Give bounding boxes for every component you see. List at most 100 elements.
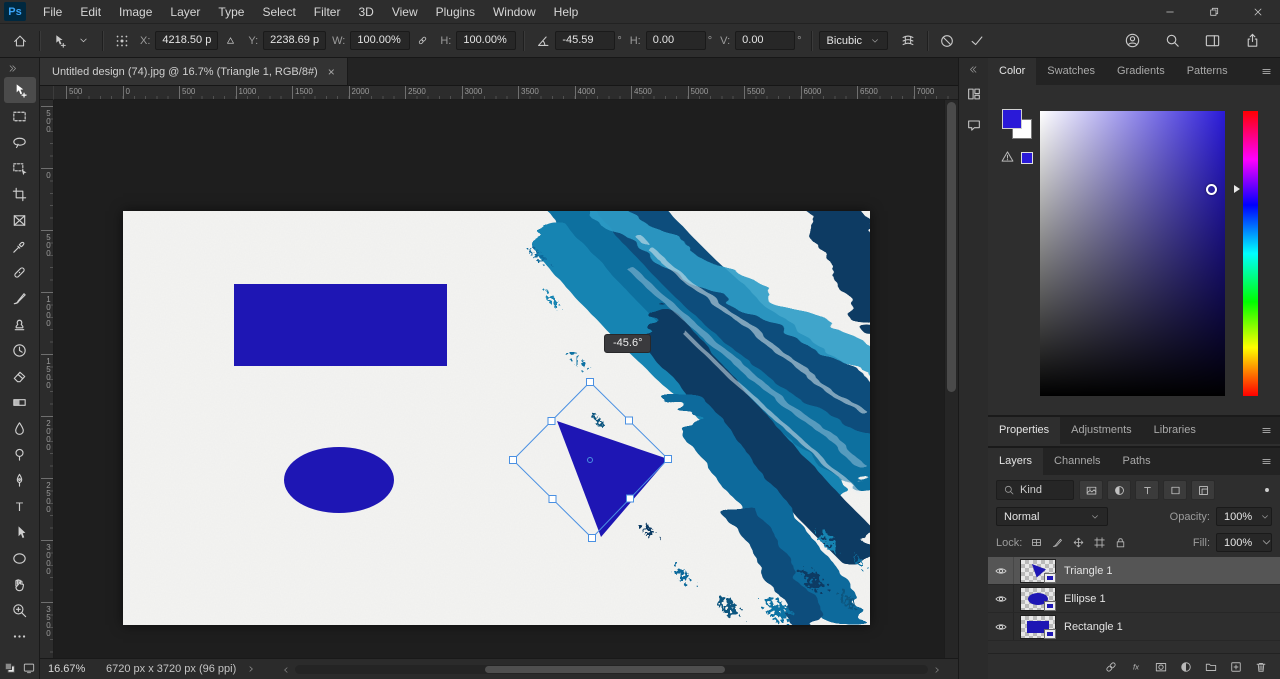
lock-brush-icon[interactable] (1051, 536, 1064, 549)
saturation-brightness-field[interactable] (1040, 111, 1225, 396)
layer-row[interactable]: Rectangle 1 (988, 613, 1280, 641)
group-icon[interactable] (1204, 660, 1218, 674)
layer-style-icon[interactable]: fx (1129, 660, 1143, 674)
panel-menu-icon[interactable] (1252, 448, 1280, 475)
properties-tab-properties[interactable]: Properties (988, 417, 1060, 444)
menu-select[interactable]: Select (253, 0, 304, 24)
restore-icon[interactable] (1192, 0, 1236, 24)
panel-toggle-icon[interactable] (1200, 32, 1224, 49)
menu-help[interactable]: Help (545, 0, 588, 24)
y-value[interactable]: 2238.69 p (263, 31, 326, 50)
maintain-aspect-icon[interactable] (410, 35, 434, 46)
layer-mask-icon[interactable] (1154, 660, 1168, 674)
preset-chevron-icon[interactable] (71, 35, 95, 46)
gamut-warning-icon[interactable] (1000, 149, 1015, 164)
scroll-left-icon[interactable] (281, 665, 291, 675)
color-picker-cursor[interactable] (1206, 184, 1217, 195)
layer-visibility-toggle[interactable] (988, 585, 1014, 612)
vertical-scrollbar[interactable] (944, 100, 958, 658)
menu-image[interactable]: Image (110, 0, 161, 24)
home-icon[interactable] (8, 33, 32, 49)
color-tab-swatches[interactable]: Swatches (1036, 58, 1106, 85)
eraser-tool[interactable] (4, 363, 36, 389)
layers-tab-layers[interactable]: Layers (988, 448, 1043, 475)
menu-edit[interactable]: Edit (71, 0, 110, 24)
clone-stamp-tool[interactable] (4, 311, 36, 337)
rect-marquee-tool[interactable] (4, 103, 36, 129)
status-options-icon[interactable] (246, 664, 256, 674)
collapse-panels-icon[interactable] (968, 58, 979, 82)
menu-filter[interactable]: Filter (305, 0, 350, 24)
panel-menu-icon[interactable] (1252, 417, 1280, 444)
commit-transform-icon[interactable] (965, 33, 989, 49)
lock-artboard-icon[interactable] (1093, 536, 1106, 549)
color-tab-gradients[interactable]: Gradients (1106, 58, 1176, 85)
foreground-color-swatch[interactable] (1002, 109, 1022, 129)
menu-file[interactable]: File (34, 0, 71, 24)
shape-filter-icon[interactable] (1163, 480, 1187, 500)
opacity-select[interactable]: 100% (1216, 507, 1272, 526)
object-select-tool[interactable] (4, 155, 36, 181)
crop-tool[interactable] (4, 181, 36, 207)
document-canvas[interactable] (123, 211, 870, 625)
scroll-right-icon[interactable] (932, 665, 942, 675)
properties-tab-libraries[interactable]: Libraries (1143, 417, 1207, 444)
rectangle-shape[interactable] (234, 284, 447, 366)
blend-mode-select[interactable]: Normal (996, 507, 1108, 526)
share-icon[interactable] (1240, 32, 1264, 49)
close-tab-icon[interactable]: × (328, 65, 335, 79)
ellipse-shape[interactable] (284, 447, 394, 513)
transform-handle[interactable] (665, 456, 672, 463)
menu-plugins[interactable]: Plugins (427, 0, 484, 24)
adjustment-icon[interactable] (1179, 660, 1193, 674)
new-layer-icon[interactable] (1229, 660, 1243, 674)
gamut-color-swatch[interactable] (1021, 152, 1033, 164)
menu-3d[interactable]: 3D (349, 0, 382, 24)
lock-move-icon[interactable] (1072, 536, 1085, 549)
filter-toggle-icon[interactable] (1262, 485, 1272, 495)
comment-icon[interactable] (962, 113, 986, 137)
blur-tool[interactable] (4, 415, 36, 441)
hue-slider[interactable] (1243, 111, 1258, 396)
ruler-corner[interactable] (40, 86, 54, 100)
skew-v-value[interactable]: 0.00 (735, 31, 795, 50)
layers-tab-paths[interactable]: Paths (1112, 448, 1162, 475)
account-icon[interactable] (1120, 32, 1144, 49)
search-icon[interactable] (1160, 32, 1184, 49)
dodge-tool[interactable] (4, 441, 36, 467)
shape-tool[interactable] (4, 545, 36, 571)
color-tab-patterns[interactable]: Patterns (1176, 58, 1239, 85)
rotation-value[interactable]: -45.59 (555, 31, 615, 50)
reference-point-icon[interactable] (110, 33, 134, 49)
menu-layer[interactable]: Layer (161, 0, 209, 24)
lock-all-icon[interactable] (1114, 536, 1127, 549)
transform-handle[interactable] (548, 418, 555, 425)
color-tab-color[interactable]: Color (988, 58, 1036, 85)
arrange-icon[interactable] (962, 82, 986, 106)
document-tab[interactable]: Untitled design (74).jpg @ 16.7% (Triang… (40, 58, 348, 85)
transform-handle[interactable] (627, 495, 634, 502)
warp-mode-icon[interactable] (896, 33, 920, 49)
properties-tab-adjustments[interactable]: Adjustments (1060, 417, 1143, 444)
close-icon[interactable] (1236, 0, 1280, 24)
layers-tab-channels[interactable]: Channels (1043, 448, 1111, 475)
x-value[interactable]: 4218.50 p (155, 31, 218, 50)
layer-filter-kind[interactable]: Kind (996, 480, 1074, 500)
panel-menu-icon[interactable] (1252, 58, 1280, 85)
layer-visibility-toggle[interactable] (988, 613, 1014, 640)
skew-h-value[interactable]: 0.00 (646, 31, 706, 50)
menu-window[interactable]: Window (484, 0, 545, 24)
hue-slider-marker[interactable] (1234, 185, 1240, 193)
layer-thumbnail[interactable] (1020, 559, 1056, 583)
type-filter-icon[interactable] (1135, 480, 1159, 500)
link-layers-icon[interactable] (1104, 660, 1118, 674)
smart-filter-icon[interactable] (1191, 480, 1215, 500)
lock-transparent-icon[interactable] (1030, 536, 1043, 549)
brush-tool[interactable] (4, 285, 36, 311)
adjustment-filter-icon[interactable] (1107, 480, 1131, 500)
horizontal-scrollbar-thumb[interactable] (485, 666, 726, 673)
h-value[interactable]: 100.00% (456, 31, 516, 50)
more-tool[interactable] (4, 623, 36, 649)
move-tool[interactable] (4, 77, 36, 103)
cancel-transform-icon[interactable] (935, 33, 959, 49)
